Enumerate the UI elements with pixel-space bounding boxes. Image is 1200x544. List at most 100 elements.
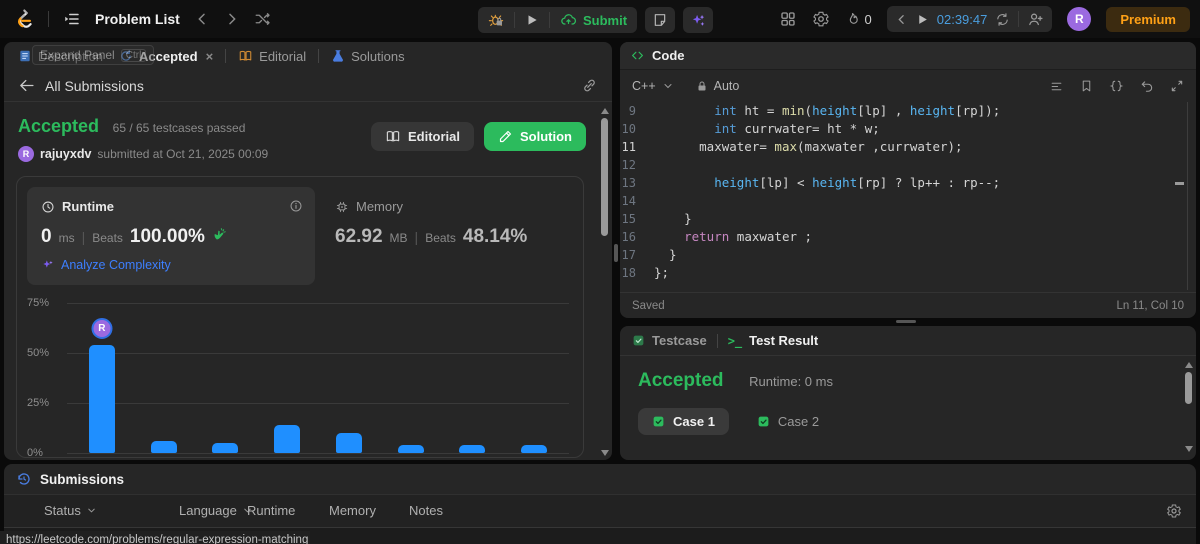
timer-play-icon[interactable] (916, 13, 929, 26)
panel-resize-handle-vertical[interactable] (614, 244, 618, 262)
chart-bar[interactable] (459, 445, 486, 453)
chart-bar[interactable] (150, 441, 177, 453)
column-header-notes: Notes (409, 503, 443, 518)
chart-bar-slot[interactable]: 7ms (503, 295, 565, 453)
submit-button[interactable]: Submit (550, 7, 637, 33)
chart-bar[interactable] (521, 445, 548, 453)
invite-user-icon[interactable] (1027, 11, 1044, 28)
scroll-up-arrow[interactable] (601, 108, 609, 114)
prev-problem-button[interactable] (194, 11, 210, 27)
run-button[interactable] (515, 7, 549, 33)
case-check-icon (758, 416, 769, 427)
settings-gear-icon[interactable] (812, 10, 830, 28)
code-editor[interactable]: 9 int ht = min(height[lp] , height[rp]);… (620, 102, 1196, 290)
fullscreen-icon[interactable] (1170, 79, 1184, 93)
tab-editorial[interactable]: Editorial (234, 49, 310, 64)
all-submissions-title[interactable]: All Submissions (45, 78, 144, 94)
analyze-complexity-link[interactable]: Analyze Complexity (41, 258, 301, 272)
chart-bar[interactable] (397, 445, 424, 453)
column-header-status[interactable]: Status (44, 503, 97, 518)
scroll-down-arrow[interactable] (601, 450, 609, 456)
tab-solutions[interactable]: Solutions (327, 49, 408, 64)
chart-bar-slot[interactable]: 5ms (380, 295, 442, 453)
format-code-icon[interactable] (1049, 80, 1064, 93)
table-settings-gear-icon[interactable] (1166, 503, 1182, 519)
code-line[interactable]: 9 int ht = min(height[lp] , height[rp]); (620, 102, 1196, 120)
user-avatar[interactable]: R (18, 146, 34, 162)
editor-overview-ruler[interactable] (1175, 102, 1188, 290)
braces-icon[interactable] (1109, 79, 1124, 93)
column-header-language[interactable]: Language (179, 503, 253, 518)
premium-button[interactable]: Premium (1106, 6, 1190, 32)
info-icon[interactable] (289, 199, 303, 213)
editorial-button[interactable]: Editorial (370, 122, 474, 151)
chart-xtick-label: 5ms (380, 457, 442, 458)
chart-bar[interactable] (274, 425, 301, 453)
chart-bar-slot[interactable]: 2ms (195, 295, 257, 453)
back-arrow-icon[interactable] (18, 77, 35, 94)
code-line[interactable]: 17 } (620, 246, 1196, 264)
tab-test-result[interactable]: >_ Test Result (728, 333, 819, 348)
terminal-icon: >_ (727, 333, 743, 348)
chart-bar[interactable] (335, 433, 362, 453)
pencil-icon (499, 130, 512, 143)
panel-resize-handle-horizontal[interactable] (896, 320, 916, 323)
scroll-down-arrow[interactable] (1185, 446, 1193, 452)
code-line[interactable]: 16 return maxwater ; (620, 228, 1196, 246)
shuffle-icon[interactable] (254, 10, 272, 28)
timer-collapse-icon[interactable] (895, 13, 908, 26)
debug-button[interactable] (478, 7, 514, 33)
code-line[interactable]: 18}; (620, 264, 1196, 282)
copy-link-icon[interactable] (581, 77, 598, 94)
submission-username[interactable]: rajuyxdv (40, 147, 91, 161)
scroll-thumb[interactable] (1185, 372, 1192, 404)
ai-assistant-button[interactable] (683, 7, 714, 33)
code-line[interactable]: 10 int currwater= ht * w; (620, 120, 1196, 138)
undo-icon[interactable] (1140, 79, 1154, 93)
solution-button[interactable]: Solution (484, 122, 586, 151)
code-panel-title[interactable]: Code (652, 48, 685, 63)
tab-testcase[interactable]: Testcase (632, 333, 707, 348)
chart-xtick-label: 2ms (195, 457, 257, 458)
test-panel-scrollbar[interactable] (1184, 360, 1194, 454)
user-avatar[interactable]: R (1067, 7, 1092, 31)
code-line[interactable]: 12 (620, 156, 1196, 174)
scroll-up-arrow[interactable] (1185, 362, 1193, 368)
left-tab-bar: Expand Panel Ctrl Description Accepted ×… (4, 42, 612, 70)
close-tab-icon[interactable]: × (206, 49, 214, 64)
chart-bar-slot[interactable]: 4ms (318, 295, 380, 453)
chart-bar[interactable] (88, 345, 115, 453)
chart-bar-slot[interactable]: 3ms (256, 295, 318, 453)
chart-bar-slot[interactable]: 6ms (442, 295, 504, 453)
chart-bar-slot[interactable]: R (71, 295, 133, 453)
next-problem-button[interactable] (224, 11, 240, 27)
problem-list-icon[interactable] (63, 10, 81, 28)
case-2-button[interactable]: Case 2 (743, 408, 833, 435)
code-line[interactable]: 15 } (620, 210, 1196, 228)
notes-button[interactable] (645, 7, 676, 33)
tab-editorial-label: Editorial (259, 48, 307, 64)
chart-bar[interactable] (212, 443, 239, 453)
code-line[interactable]: 14 (620, 192, 1196, 210)
problem-list-label[interactable]: Problem List (95, 11, 180, 27)
layout-icon[interactable] (779, 10, 797, 28)
code-line[interactable]: 13 height[lp] < height[rp] ? lp++ : rp--… (620, 174, 1196, 192)
case-1-button[interactable]: Case 1 (638, 408, 729, 435)
language-selector[interactable]: C++ (632, 79, 656, 93)
streak-counter[interactable]: 0 (845, 11, 872, 28)
timer-reset-icon[interactable] (995, 12, 1010, 27)
chevron-down-icon[interactable] (662, 80, 674, 92)
chart-xtick-label: 7ms (503, 457, 565, 458)
memory-block[interactable]: Memory 62.92 MB | Beats 48.14% (335, 199, 527, 248)
left-panel-scrollbar[interactable] (600, 106, 610, 458)
chart-bar-slot[interactable]: 1ms (133, 295, 195, 453)
leetcode-logo[interactable] (12, 7, 34, 31)
code-icon (632, 51, 643, 60)
scroll-thumb[interactable] (601, 118, 608, 236)
runtime-card[interactable]: Runtime 0 ms | Beats 100.00% Analyze Com… (27, 187, 315, 285)
bookmark-icon[interactable] (1080, 79, 1093, 93)
code-line[interactable]: 11 maxwater= max(maxwater ,currwater); (620, 138, 1196, 156)
memory-value: 62.92 (335, 226, 383, 247)
submissions-title[interactable]: Submissions (40, 472, 124, 487)
auto-toggle[interactable]: Auto (714, 79, 740, 93)
